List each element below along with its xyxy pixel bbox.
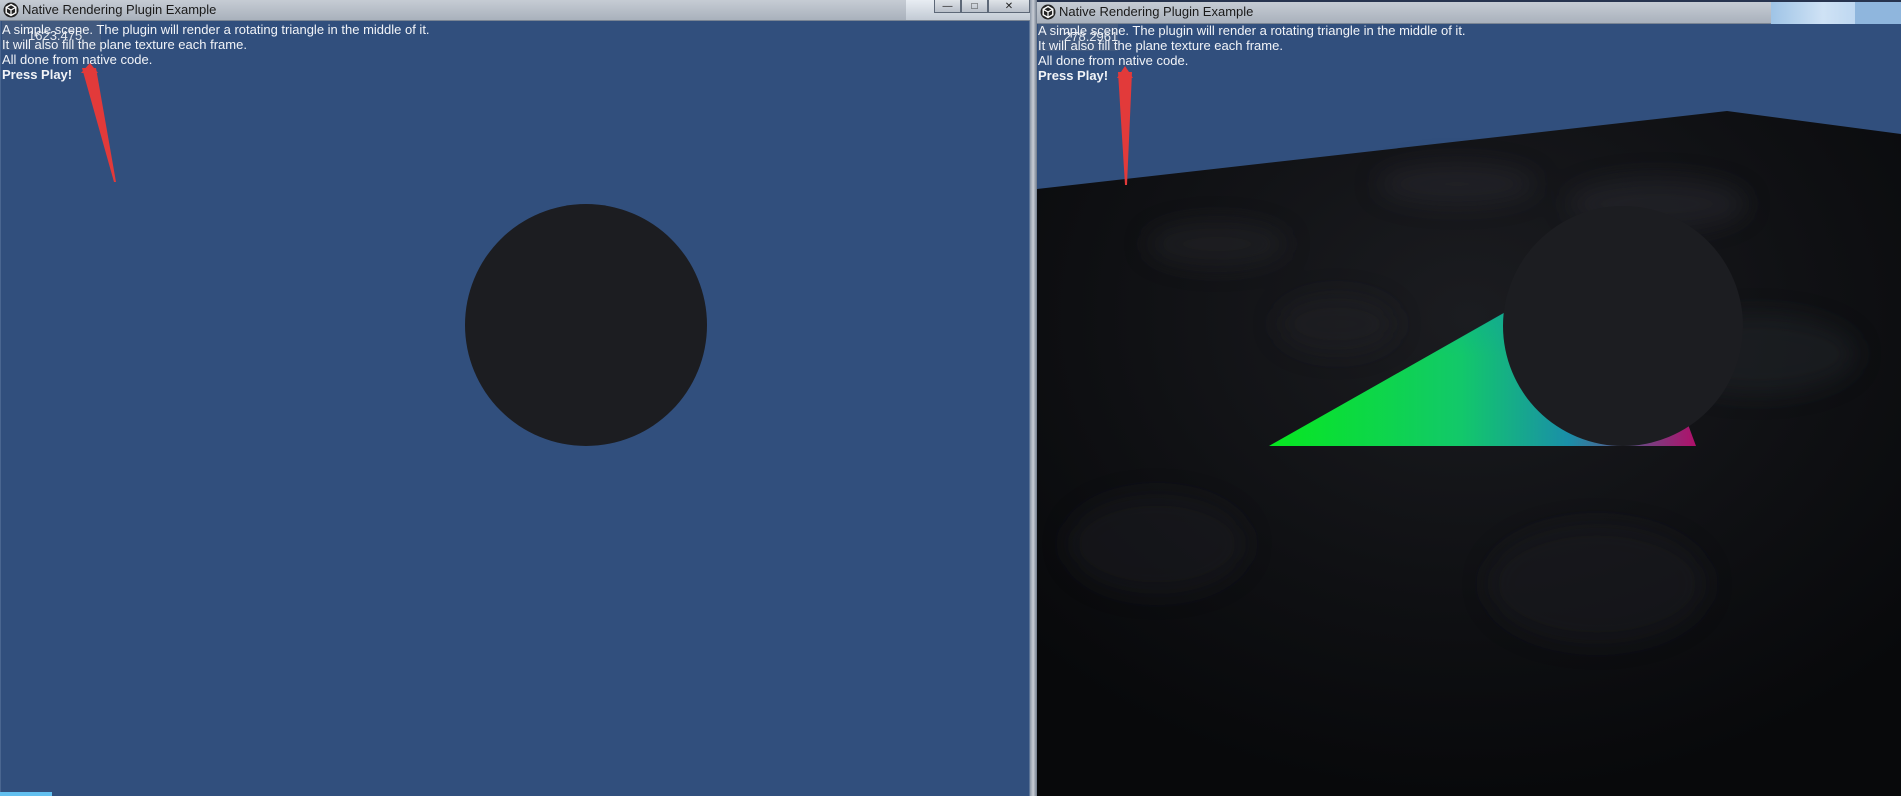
maximize-button[interactable]: □ xyxy=(961,0,988,13)
left-game-viewport[interactable]: 1623.475 A simple scene. The plugin will… xyxy=(0,21,1030,796)
right-game-window[interactable]: Native Rendering Plugin Example 278.2961… xyxy=(1037,0,1901,796)
right-game-viewport[interactable]: 278.2961 A simple scene. The plugin will… xyxy=(1037,24,1901,796)
left-window-title: Native Rendering Plugin Example xyxy=(22,2,217,17)
right-info-line-2: It will also fill the plane texture each… xyxy=(1038,38,1283,53)
left-red-arrow xyxy=(82,68,116,182)
textured-plane xyxy=(1037,111,1901,796)
left-info-line-1: A simple scene. The plugin will render a… xyxy=(2,22,430,37)
right-info-line-3: All done from native code. xyxy=(1038,53,1189,68)
minimize-icon: — xyxy=(942,0,953,12)
left-game-window[interactable]: Native Rendering Plugin Example — □ ✕ 16… xyxy=(0,0,1030,796)
window-divider xyxy=(1030,0,1037,796)
right-window-title: Native Rendering Plugin Example xyxy=(1059,4,1254,19)
right-sphere xyxy=(1503,206,1743,446)
left-info-text: A simple scene. The plugin will render a… xyxy=(2,22,430,82)
right-info-line-1: A simple scene. The plugin will render a… xyxy=(1038,24,1466,38)
close-icon: ✕ xyxy=(1004,0,1014,12)
unity-logo-icon xyxy=(1040,4,1056,20)
left-info-line-3: All done from native code. xyxy=(2,52,153,67)
right-red-arrow xyxy=(1118,72,1132,185)
minimize-button[interactable]: — xyxy=(934,0,961,13)
left-press-play: Press Play! xyxy=(2,67,73,82)
maximize-icon: □ xyxy=(971,0,978,12)
close-button[interactable]: ✕ xyxy=(988,0,1030,13)
left-titlebar[interactable]: Native Rendering Plugin Example — □ ✕ xyxy=(0,0,1030,21)
right-press-play: Press Play! xyxy=(1038,68,1109,83)
left-sphere xyxy=(465,204,707,446)
right-info-text: A simple scene. The plugin will render a… xyxy=(1038,24,1466,83)
left-scene xyxy=(81,63,707,446)
left-window-controls: — □ ✕ xyxy=(934,0,1030,14)
right-scene xyxy=(1037,66,1901,796)
taskbar-indicator xyxy=(0,792,52,796)
left-info-line-2: It will also fill the plane texture each… xyxy=(2,37,247,52)
unity-logo-icon xyxy=(3,2,19,18)
right-titlebar-deco-2 xyxy=(1855,2,1901,26)
right-titlebar[interactable]: Native Rendering Plugin Example xyxy=(1037,2,1901,26)
